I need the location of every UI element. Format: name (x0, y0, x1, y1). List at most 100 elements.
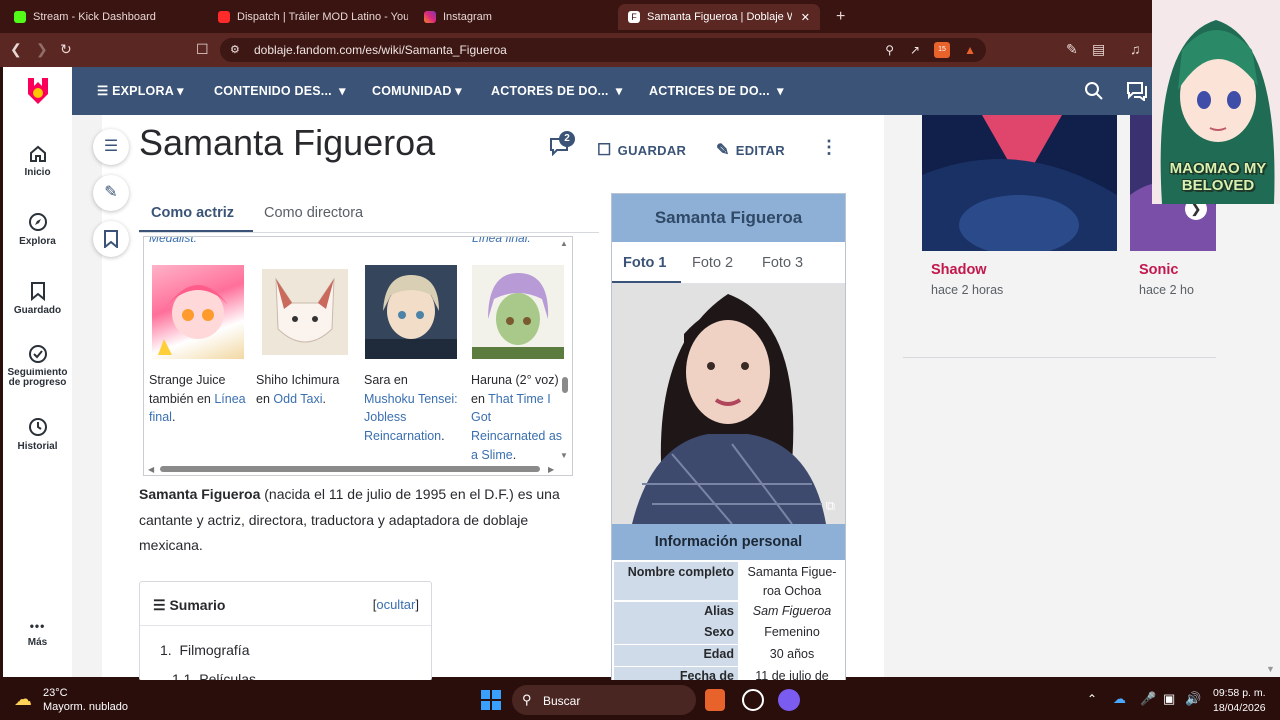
volume-icon[interactable]: 🔊 (1185, 691, 1201, 707)
back-icon[interactable]: ❮ (10, 41, 22, 58)
rail-item-inicio[interactable]: Inicio (3, 145, 72, 178)
media-icon[interactable]: ♫ (1130, 41, 1141, 57)
toc-hide-toggle[interactable]: [ocultar] (373, 597, 419, 612)
infobox-photo[interactable]: ⧉ (612, 284, 845, 524)
search-icon[interactable] (1084, 81, 1104, 101)
caption-link[interactable]: Odd Taxi (273, 392, 322, 406)
expand-image-icon[interactable]: ⧉ (826, 498, 835, 514)
edit-float-button[interactable]: ✎ (93, 175, 129, 211)
gallery-image-shiho[interactable] (262, 269, 348, 355)
page-scroll-down-icon[interactable]: ▼ (1266, 664, 1275, 674)
edit-button[interactable]: ✎ EDITAR (716, 140, 785, 160)
zoom-icon[interactable]: ⚲ (885, 38, 894, 62)
fandom-logo[interactable] (3, 67, 72, 115)
toc-float-button[interactable]: ☰ (93, 129, 129, 165)
brave-rewards-icon[interactable]: ▲ (964, 38, 976, 62)
caption-link[interactable]: That Time I Got Reincarnated as a Slime (471, 392, 562, 462)
rail-item-explora[interactable]: Explora (3, 212, 72, 247)
weather-icon[interactable]: ☁ (14, 689, 32, 710)
anime-character-image (158, 285, 228, 355)
toc-header: ☰ Sumario (153, 597, 225, 614)
new-tab-button[interactable]: + (826, 4, 852, 30)
gallery-image-haruna[interactable] (472, 265, 564, 359)
more-actions-icon[interactable]: ⋮ (820, 137, 838, 158)
nav-contenido[interactable]: CONTENIDO DES... ▾ (214, 83, 346, 98)
nav-actrices[interactable]: ACTRICES DE DO... ▾ (649, 83, 784, 98)
rail-item-guardado[interactable]: Guardado (3, 281, 72, 316)
gallery-vscroll-thumb[interactable] (562, 377, 568, 393)
plus-icon: + (836, 8, 846, 25)
card-title[interactable]: Sonic (1139, 262, 1178, 278)
nav-explora[interactable]: ☰ EXPLORA ▾ (97, 83, 184, 98)
nav-label: ACTRICES DE DO... (649, 84, 770, 98)
photo-tab-3[interactable]: Foto 3 (762, 255, 803, 271)
gallery-caption-cut[interactable]: Medalist. (149, 237, 197, 245)
close-tab-icon[interactable]: ✕ (801, 11, 810, 24)
browser-tab-fandom[interactable]: F Samanta Figueroa | Doblaje Wiki ✕ (618, 4, 820, 30)
save-float-button[interactable] (93, 221, 129, 257)
nav-actores[interactable]: ACTORES DE DO... ▾ (491, 83, 622, 98)
gallery-image-sara[interactable] (365, 265, 457, 359)
infobox-row: Sexo Femenino (612, 623, 845, 644)
browser-tab-kick[interactable]: Stream - Kick Dashboard (4, 4, 204, 30)
chat-taskbar-icon[interactable] (778, 689, 800, 711)
save-button[interactable]: ☐ GUARDAR (597, 140, 686, 160)
photo-tab-1[interactable]: Foto 1 (623, 255, 667, 271)
taskbar-search-label: Buscar (543, 694, 581, 708)
windows-logo-icon (481, 690, 501, 710)
card-image-shadow[interactable] (922, 115, 1117, 251)
photo-tab-2[interactable]: Foto 2 (692, 255, 733, 271)
share-icon[interactable]: ↗ (910, 38, 920, 62)
toc-hide-link[interactable]: ocultar (376, 597, 415, 612)
obs-taskbar-icon[interactable] (742, 689, 764, 711)
tray-chevron-icon[interactable]: ⌃ (1087, 692, 1097, 706)
toc-item[interactable]: 1. Filmografía (160, 642, 249, 658)
scroll-left-arrow-icon[interactable]: ◀ (148, 465, 154, 474)
more-icon: ••• (29, 619, 46, 633)
card-title[interactable]: Shadow (931, 262, 987, 278)
gallery-hscroll-thumb[interactable] (160, 466, 540, 472)
extensions-icon[interactable]: ✎ (1066, 41, 1078, 58)
nav-comunidad[interactable]: COMUNIDAD ▾ (372, 83, 462, 98)
comments-button[interactable]: 2 (549, 131, 575, 161)
brave-taskbar-icon[interactable] (705, 689, 725, 711)
bookmark-page-icon[interactable]: ☐ (196, 41, 209, 58)
site-info-icon[interactable]: ⚙ (230, 38, 240, 62)
youtube-icon (218, 11, 230, 23)
intro-name: Samanta Figueroa (139, 486, 261, 502)
brave-shield-icon[interactable]: 15 (934, 42, 950, 58)
gallery-caption-cut[interactable]: Línea final. (472, 237, 531, 245)
forward-icon[interactable]: ❯ (36, 41, 48, 58)
rail-item-seguimiento[interactable]: Seguimiento de progreso (3, 344, 72, 391)
discussions-icon[interactable] (1126, 81, 1148, 101)
sidebar-toggle-icon[interactable]: ▤ (1092, 41, 1105, 58)
fandom-side-rail: Inicio Explora Guardado Seguimiento de p… (3, 67, 72, 677)
gallery-image-strange-juice[interactable] (152, 265, 244, 359)
tab-como-actriz[interactable]: Como actriz (151, 205, 234, 221)
role-gallery[interactable]: Medalist. Línea final. Strange Juice tam… (143, 236, 573, 476)
taskbar-search[interactable]: ⚲ Buscar (512, 685, 696, 715)
windows-taskbar: ☁ 23°C Mayorm. nublado ⚲ Buscar ⌃ ☁ 🎤 ▣ … (0, 680, 1280, 720)
microphone-icon[interactable]: 🎤 (1140, 691, 1156, 707)
weather-temp[interactable]: 23°C (43, 687, 68, 699)
onedrive-icon[interactable]: ☁ (1113, 691, 1126, 707)
reload-icon[interactable]: ↻ (60, 41, 72, 58)
url-field[interactable]: ⚙ doblaje.fandom.com/es/wiki/Samanta_Fig… (220, 38, 986, 62)
stream-overlay-avatar: MAOMAO MY BELOVED (1152, 0, 1280, 204)
rail-item-historial[interactable]: Historial (3, 417, 72, 452)
browser-tab-youtube[interactable]: Dispatch | Tráiler MOD Latino - YouTu (208, 4, 408, 30)
scroll-down-arrow-icon[interactable]: ▼ (560, 451, 568, 460)
rail-item-mas[interactable]: ••• Más (3, 619, 72, 648)
tab-como-directora[interactable]: Como directora (264, 205, 363, 221)
infobox: Samanta Figueroa Foto 1 Foto 2 Foto 3 ⧉ … (611, 193, 846, 683)
scroll-up-arrow-icon[interactable]: ▲ (560, 239, 568, 248)
browser-tab-instagram[interactable]: Instagram (414, 4, 614, 30)
clock-time[interactable]: 09:58 p. m. (1213, 687, 1266, 699)
bookmark-icon (30, 282, 45, 301)
windows-start-icon[interactable] (480, 689, 502, 711)
community-nav: ☰ EXPLORA ▾ CONTENIDO DES... ▾ COMUNIDAD… (72, 67, 1280, 115)
clock-date[interactable]: 18/04/2026 (1213, 702, 1266, 714)
weather-desc[interactable]: Mayorm. nublado (43, 701, 128, 713)
scroll-right-arrow-icon[interactable]: ▶ (548, 465, 554, 474)
network-icon[interactable]: ▣ (1163, 691, 1175, 707)
